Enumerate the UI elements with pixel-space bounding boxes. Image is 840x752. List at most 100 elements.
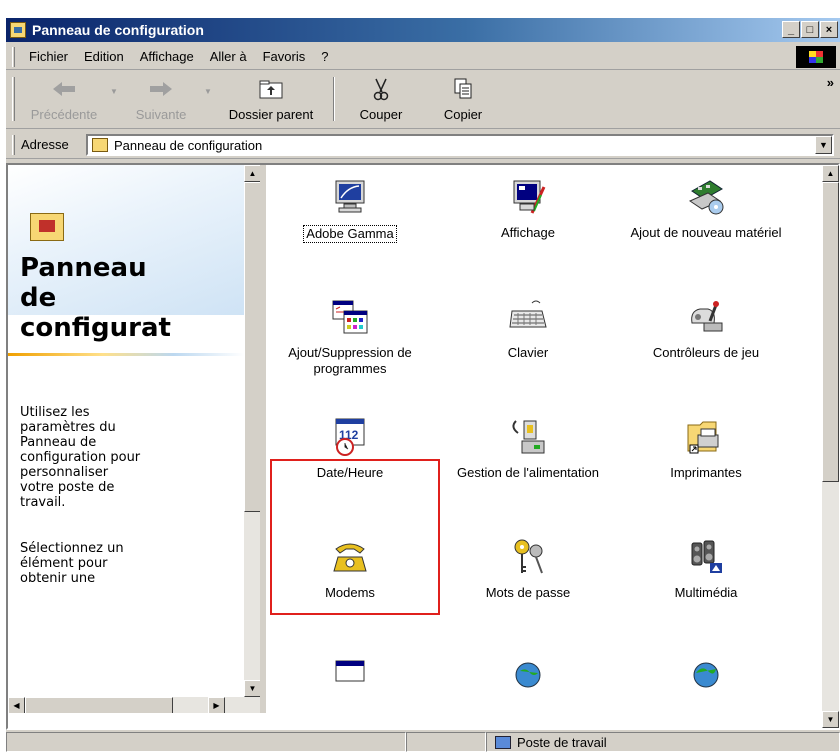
item-gestion-alimentation[interactable]: Gestion de l'alimentation bbox=[444, 413, 612, 533]
menu-affichage[interactable]: Affichage bbox=[132, 49, 202, 64]
item-label: Multimédia bbox=[674, 585, 738, 600]
up-label: Dossier parent bbox=[228, 107, 314, 122]
item-ajout-suppression-programmes[interactable]: Ajout/Suppression de programmes bbox=[266, 293, 434, 413]
address-label: Adresse bbox=[21, 137, 69, 152]
item-affichage[interactable]: Affichage bbox=[444, 173, 612, 293]
programs-icon bbox=[330, 297, 370, 337]
back-label: Précédente bbox=[30, 107, 98, 122]
pane-divider bbox=[8, 353, 244, 356]
pane-title: Panneau de configurat bbox=[20, 253, 260, 343]
back-button[interactable]: Précédente bbox=[21, 71, 107, 129]
window-title: Panneau de configuration bbox=[32, 22, 204, 38]
info-pane: Panneau de configurat Utilisez les param… bbox=[8, 165, 260, 713]
item-clavier[interactable]: Clavier bbox=[444, 293, 612, 413]
menu-aller-a[interactable]: Aller à bbox=[202, 49, 255, 64]
status-panel-mid bbox=[406, 732, 486, 752]
info-pane-hscrollbar[interactable]: ◀ ▶ bbox=[8, 697, 260, 713]
item-label: Mots de passe bbox=[485, 585, 571, 600]
scroll-thumb[interactable] bbox=[822, 182, 839, 482]
item-multimedia[interactable]: Multimédia bbox=[622, 533, 790, 653]
window-icon bbox=[330, 657, 370, 697]
scroll-up-button[interactable]: ▲ bbox=[244, 165, 260, 182]
up-button[interactable]: Dossier parent bbox=[215, 71, 327, 129]
address-value: Panneau de configuration bbox=[114, 137, 263, 153]
address-bar: Adresse Panneau de configuration ▼ bbox=[6, 131, 840, 159]
hardware-icon bbox=[686, 177, 726, 217]
network-icon bbox=[508, 657, 548, 697]
item-label: Affichage bbox=[501, 225, 555, 240]
content-area: Panneau de configurat Utilisez les param… bbox=[6, 163, 840, 730]
display-icon bbox=[508, 177, 548, 217]
forward-arrow-icon bbox=[148, 77, 174, 101]
minimize-button[interactable]: _ bbox=[782, 21, 800, 38]
item-partial-network[interactable] bbox=[444, 653, 612, 713]
cut-label: Couper bbox=[359, 107, 403, 122]
control-panel-items: Adobe Gamma Affichage Ajout de nouveau m… bbox=[266, 165, 822, 728]
item-mots-de-passe[interactable]: Mots de passe bbox=[444, 533, 612, 653]
address-dropdown-button[interactable]: ▼ bbox=[815, 136, 832, 154]
items-scrollbar[interactable]: ▲ ▼ bbox=[822, 165, 839, 728]
selection-highlight bbox=[270, 459, 440, 615]
explorer-window: Panneau de configuration _ □ × Fichier E… bbox=[6, 18, 840, 752]
forward-button[interactable]: Suivante bbox=[121, 71, 201, 129]
folder-up-icon bbox=[258, 77, 284, 101]
scroll-left-button[interactable]: ◀ bbox=[8, 697, 25, 713]
pane-title-line: Panneau bbox=[20, 253, 147, 283]
status-panel-zone: Poste de travail bbox=[486, 732, 840, 752]
maximize-button[interactable]: □ bbox=[801, 21, 819, 38]
menu-help[interactable]: ? bbox=[313, 49, 336, 64]
scroll-right-button[interactable]: ▶ bbox=[208, 697, 225, 713]
item-imprimantes[interactable]: Imprimantes bbox=[622, 413, 790, 533]
item-label: Ajout de nouveau matériel bbox=[630, 225, 782, 240]
menu-grip bbox=[12, 46, 15, 67]
computer-icon bbox=[495, 735, 511, 749]
forward-dropdown-icon[interactable]: ▼ bbox=[201, 87, 215, 96]
scroll-down-button[interactable]: ▼ bbox=[822, 711, 839, 728]
item-partial-window[interactable] bbox=[266, 653, 434, 713]
menu-edition[interactable]: Edition bbox=[76, 49, 132, 64]
close-button[interactable]: × bbox=[820, 21, 838, 38]
toolbar-separator bbox=[333, 77, 335, 121]
scroll-up-button[interactable]: ▲ bbox=[822, 165, 839, 182]
item-label: Imprimantes bbox=[670, 465, 742, 480]
control-panel-icon bbox=[10, 22, 26, 38]
toolbar-grip bbox=[12, 77, 15, 121]
multimedia-icon bbox=[686, 537, 726, 577]
address-field[interactable]: Panneau de configuration ▼ bbox=[86, 134, 834, 156]
globe-icon bbox=[686, 657, 726, 697]
hscroll-thumb[interactable] bbox=[25, 697, 173, 713]
item-partial-internet[interactable] bbox=[622, 653, 790, 713]
copy-button[interactable]: Copier bbox=[421, 71, 505, 129]
info-pane-scrollbar[interactable]: ▲ ▼ bbox=[244, 165, 260, 697]
printer-icon bbox=[686, 417, 726, 457]
item-label: Adobe Gamma bbox=[303, 225, 397, 243]
cut-button[interactable]: Couper bbox=[341, 71, 421, 129]
keys-icon bbox=[508, 537, 548, 577]
pane-title-line: configurat bbox=[20, 313, 171, 343]
scroll-thumb[interactable] bbox=[244, 182, 260, 512]
item-label: Ajout/Suppression de programmes bbox=[288, 345, 412, 376]
scroll-down-button[interactable]: ▼ bbox=[244, 680, 260, 697]
joystick-icon bbox=[686, 297, 726, 337]
item-label: Clavier bbox=[507, 345, 549, 360]
item-adobe-gamma[interactable]: Adobe Gamma bbox=[266, 173, 434, 293]
pane-title-line: de bbox=[20, 283, 57, 313]
control-panel-folder-icon bbox=[92, 138, 108, 152]
status-location: Poste de travail bbox=[517, 734, 607, 750]
title-bar[interactable]: Panneau de configuration _ □ × bbox=[6, 18, 840, 42]
item-controleurs-jeu[interactable]: Contrôleurs de jeu bbox=[622, 293, 790, 413]
item-label: Contrôleurs de jeu bbox=[652, 345, 760, 360]
status-bar: Poste de travail bbox=[6, 732, 840, 752]
menu-favoris[interactable]: Favoris bbox=[255, 49, 314, 64]
windows-logo-icon bbox=[796, 46, 836, 68]
control-panel-large-icon bbox=[30, 213, 64, 241]
item-label: Gestion de l'alimentation bbox=[457, 465, 599, 480]
forward-label: Suivante bbox=[135, 107, 187, 122]
back-dropdown-icon[interactable]: ▼ bbox=[107, 87, 121, 96]
toolbar-more-button[interactable]: » bbox=[827, 75, 834, 90]
item-ajout-materiel[interactable]: Ajout de nouveau matériel bbox=[622, 173, 790, 293]
status-panel-main bbox=[6, 732, 406, 752]
pane-description: Utilisez les paramètres du Panneau de co… bbox=[20, 405, 141, 510]
power-icon bbox=[508, 417, 548, 457]
menu-fichier[interactable]: Fichier bbox=[21, 49, 76, 64]
